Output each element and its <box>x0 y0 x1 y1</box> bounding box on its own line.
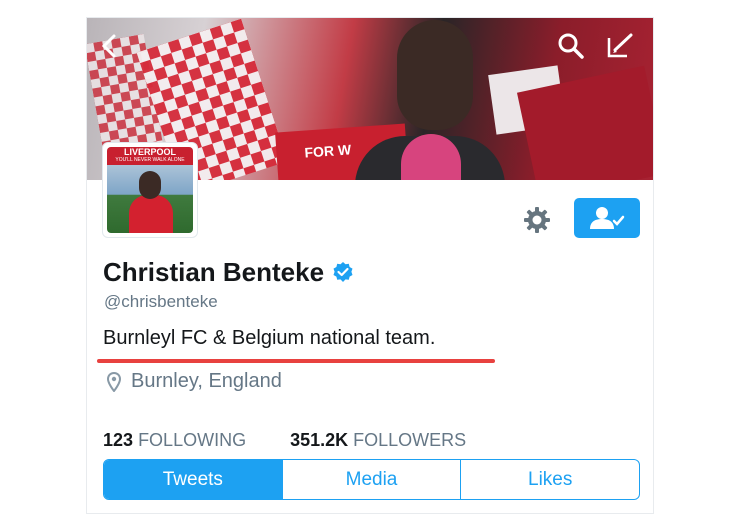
following-button[interactable] <box>574 198 640 238</box>
banner-text: FOR W <box>303 141 352 161</box>
avatar-head <box>139 171 161 199</box>
followers-stat[interactable]: 351.2K FOLLOWERS <box>290 430 466 451</box>
profile-stats: 123 FOLLOWING 351.2K FOLLOWERS <box>103 430 466 451</box>
avatar-band-title: LIVERPOOL <box>123 147 176 157</box>
profile-name-text: Christian Benteke <box>103 257 325 287</box>
location-pin-icon <box>107 371 121 392</box>
compose-icon[interactable] <box>605 32 635 67</box>
avatar-body <box>129 195 173 233</box>
avatar-photo: LIVERPOOL YOU'LL NEVER WALK ALONE <box>107 147 193 233</box>
profile-name: Christian Benteke <box>103 255 354 289</box>
profile-tabs: Tweets Media Likes <box>103 459 640 500</box>
tab-tweets[interactable]: Tweets <box>104 460 282 499</box>
avatar-band-sub: YOU'LL NEVER WALK ALONE <box>115 157 185 163</box>
bio-underline-annotation <box>97 359 495 363</box>
tab-likes[interactable]: Likes <box>460 460 639 499</box>
profile-bio: Burnleyl FC & Belgium national team. <box>103 327 436 349</box>
location-text: Burnley, England <box>131 370 282 392</box>
profile-card: FOR W LIVERPOOL YOU'LL NEVER WALK ALONE <box>87 18 653 513</box>
header-person <box>355 18 505 180</box>
avatar[interactable]: LIVERPOOL YOU'LL NEVER WALK ALONE <box>102 142 198 238</box>
profile-handle: @chrisbenteke <box>104 292 218 311</box>
following-stat[interactable]: 123 FOLLOWING <box>103 430 246 451</box>
following-label: FOLLOWING <box>138 430 247 450</box>
user-check-icon <box>590 207 625 229</box>
profile-location: Burnley, England <box>107 370 282 393</box>
followers-label: FOLLOWERS <box>353 430 467 450</box>
tab-media[interactable]: Media <box>281 460 461 499</box>
back-icon[interactable] <box>99 32 121 67</box>
avatar-band: LIVERPOOL YOU'LL NEVER WALK ALONE <box>107 147 193 165</box>
verified-badge-icon <box>333 262 353 282</box>
followers-count: 351.2K <box>290 430 349 450</box>
settings-gear-icon[interactable] <box>519 202 555 238</box>
person-head <box>397 20 473 130</box>
search-icon[interactable] <box>557 32 585 67</box>
following-count: 123 <box>103 430 134 450</box>
